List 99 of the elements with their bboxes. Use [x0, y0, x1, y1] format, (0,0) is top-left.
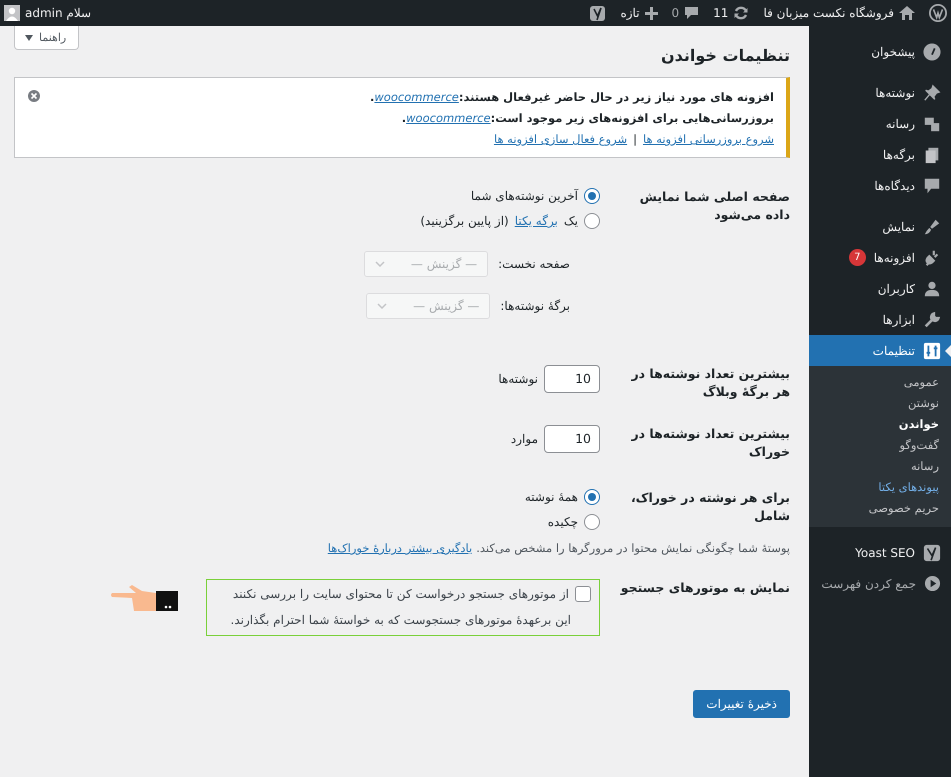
- plug-icon: [923, 248, 941, 266]
- submenu-item[interactable]: رسانه: [809, 456, 951, 477]
- wordpress-logo-icon[interactable]: [929, 4, 947, 22]
- action-link[interactable]: شروع فعال سازی افزونه ها: [494, 132, 628, 146]
- description-text: پوستهٔ شما چگونگی نمایش محتوا در مرورگرها را مشخص می‌کند.: [476, 541, 790, 555]
- greeting: سلام admin: [25, 6, 92, 20]
- plus-icon: [644, 6, 658, 20]
- submenu-item[interactable]: نوشتن: [809, 393, 951, 414]
- period: .: [370, 90, 374, 104]
- updates-count: 11: [713, 6, 728, 20]
- radio-label: چکیده: [548, 515, 578, 529]
- brush-icon: [923, 218, 941, 236]
- submenu-item[interactable]: عمومی: [809, 372, 951, 393]
- user-icon: [923, 280, 941, 298]
- radio-button[interactable]: [584, 213, 600, 229]
- caret-icon: [25, 34, 33, 40]
- close-icon[interactable]: [28, 90, 40, 102]
- comments-link[interactable]: 0: [672, 6, 700, 20]
- number-field[interactable]: 10: [544, 365, 600, 393]
- note-text: این برعهدهٔ موتورهای جستجوست که به خواستهٔ شما احترام بگذارند.: [230, 612, 571, 629]
- menu-label: رسانه: [886, 116, 915, 130]
- notice-text: بروزرسانی‌هایی برای افزونه‌های زیر موجود است:: [490, 111, 774, 125]
- number-field[interactable]: 10: [544, 425, 600, 453]
- chevron-down-icon: [377, 303, 388, 309]
- radio-button[interactable]: [584, 514, 600, 530]
- plugin-link[interactable]: woocommerce: [374, 90, 459, 104]
- sliders-icon: [923, 342, 941, 360]
- radio-label: آخرین نوشته‌های شما: [470, 189, 578, 203]
- menu-item[interactable]: تنظیمات: [809, 335, 951, 366]
- menu-item[interactable]: کاربران: [809, 273, 951, 304]
- page-link[interactable]: برگه یکتا: [514, 214, 558, 228]
- pages-icon: [923, 146, 941, 164]
- plugin-link[interactable]: woocommerce: [406, 111, 491, 125]
- menu-label: نوشته‌ها: [875, 86, 915, 100]
- yoast-icon[interactable]: [589, 4, 606, 22]
- play-circle-icon: [924, 575, 941, 592]
- submenu-item[interactable]: گفت‌وگو: [809, 435, 951, 456]
- select-label: صفحه نخست:: [498, 257, 570, 271]
- speech-bubble-icon: [684, 6, 700, 20]
- field-label: بیشترین تعداد نوشته‌ها در خوراک: [630, 425, 790, 461]
- radio-label: همهٔ نوشته: [524, 490, 578, 504]
- menu-label: نمایش: [882, 220, 915, 234]
- update-count-badge: 7: [848, 249, 866, 266]
- checkbox-label: از موتورهای جستجو درخواست کن تا محتوای سایت را بررسی نکنند: [232, 587, 569, 601]
- save-changes-button[interactable]: ذخیرهٔ تغییرات: [693, 690, 790, 718]
- menu-label: افزونه‌ها: [874, 250, 915, 264]
- help-tab-button[interactable]: راهنما: [14, 26, 80, 50]
- new-label: تازه: [620, 6, 640, 20]
- wrench-icon: [923, 310, 941, 328]
- radio-label: (از پایین برگزینید): [420, 214, 509, 228]
- period: .: [402, 111, 406, 125]
- select-label: برگهٔ نوشته‌ها:: [500, 299, 570, 313]
- menu-item[interactable]: برگه‌ها: [809, 139, 951, 170]
- menu-label: پیشخوان: [871, 44, 915, 58]
- menu-item[interactable]: Yoast SEO: [809, 537, 951, 568]
- updates-link[interactable]: 11: [713, 5, 750, 21]
- checkbox[interactable]: [575, 586, 591, 602]
- refresh-icon: [733, 5, 750, 21]
- menu-item[interactable]: ابزارها: [809, 304, 951, 335]
- menu-label: ابزارها: [882, 312, 915, 326]
- action-link[interactable]: شروع بروزرسانی افزونه ها: [642, 132, 774, 146]
- unit-label: موارد: [510, 432, 538, 446]
- menu-label: تنظیمات: [872, 344, 915, 358]
- comment-icon: [923, 176, 941, 194]
- menu-label: کاربران: [878, 282, 915, 296]
- menu-label: Yoast SEO: [855, 546, 915, 560]
- unit-label: نوشته‌ها: [498, 372, 538, 386]
- chevron-down-icon: [375, 261, 386, 267]
- menu-item[interactable]: نمایش: [809, 211, 951, 242]
- page-title: تنظیمات خواندن: [660, 46, 790, 65]
- field-label: صفحه اصلی شما نمایش داده می‌شود: [638, 188, 790, 224]
- avatar-icon: [4, 5, 20, 21]
- field-label: بیشترین تعداد نوشته‌ها در هر برگهٔ وبلاگ: [630, 365, 790, 401]
- home-icon: [899, 6, 915, 20]
- gauge-icon: [923, 42, 941, 60]
- menu-item[interactable]: رسانه: [809, 108, 951, 139]
- submenu-item[interactable]: خواندن: [809, 414, 951, 435]
- account-link[interactable]: سلام admin: [4, 5, 92, 21]
- learn-more-link[interactable]: یادگیری بیشتر دربارهٔ خوراک‌ها: [328, 541, 472, 555]
- submenu-item[interactable]: حریم خصوصی: [809, 498, 951, 519]
- menu-label: دیدگاه‌ها: [874, 178, 915, 192]
- radio-label: یک: [564, 214, 578, 228]
- field-label: نمایش به موتورهای جستجو: [619, 579, 790, 597]
- menu-label: برگه‌ها: [882, 148, 915, 162]
- notice-text: افزونه های مورد نیاز زیر در حال حاضر غیرفعال هستند:: [458, 90, 774, 104]
- link-separator: |: [633, 132, 637, 146]
- comments-count: 0: [672, 6, 680, 20]
- yoast-icon: [923, 544, 941, 562]
- menu-item[interactable]: نوشته‌ها: [809, 77, 951, 108]
- collapse-menu-button[interactable]: جمع کردن فهرست: [809, 568, 951, 599]
- pin-icon: [923, 84, 941, 102]
- radio-button[interactable]: [584, 188, 600, 204]
- submenu-item[interactable]: پیوندهای یکتا: [809, 477, 951, 498]
- radio-button[interactable]: [584, 489, 600, 505]
- menu-item[interactable]: پیشخوان: [809, 36, 951, 67]
- field-label: برای هر نوشته در خوراک، شامل: [630, 489, 790, 525]
- menu-item[interactable]: دیدگاه‌ها: [809, 170, 951, 201]
- media-icon: [923, 114, 941, 132]
- new-content-link[interactable]: تازه: [620, 6, 658, 20]
